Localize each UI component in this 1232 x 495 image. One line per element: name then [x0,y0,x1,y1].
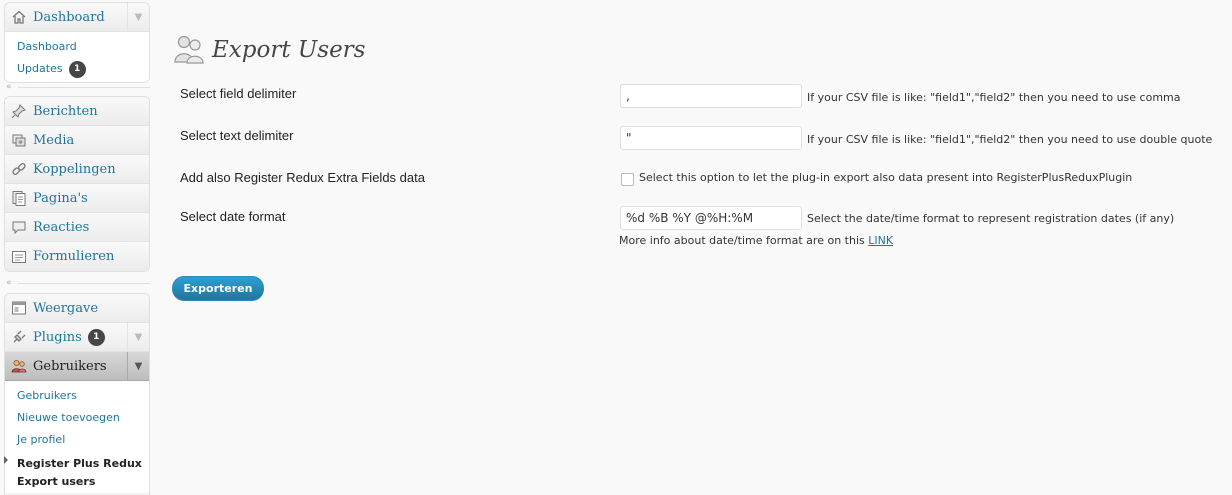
menu-item-koppelingen[interactable]: Koppelingen [5,155,149,184]
field-hint: If your CSV file is like: "field1","fiel… [807,133,1213,146]
pages-icon [11,190,27,206]
chevron-down-icon[interactable]: ▼ [127,323,149,351]
field-label: Select field delimiter [180,86,297,101]
current-page-marker [4,456,8,464]
menu-item-label: Koppelingen [33,161,116,177]
field-hint: Select this option to let the plug-in ex… [639,171,1133,184]
menu-item-reacties[interactable]: Reacties [5,213,149,242]
submenu-item-updates[interactable]: Updates 1 [5,58,149,80]
field-label: Select date format [180,209,286,224]
link-icon [11,161,27,177]
page-title: Export Users [212,37,366,64]
update-count-badge: 1 [68,60,86,78]
main-content: Export Users Select field delimiter If y… [158,0,1232,495]
menu-item-berichten[interactable]: Berichten [5,97,149,126]
menu-item-dashboard[interactable]: Dashboard ▼ [5,3,149,32]
menu-item-label: Media [33,132,75,148]
menu-item-label: Weergave [33,300,99,316]
field-label: Add also Register Redux Extra Fields dat… [180,170,425,185]
menu-separator[interactable]: « [4,82,150,92]
submenu-dashboard: Dashboard Updates 1 [5,32,149,82]
submenu-item-label: Updates [17,62,63,75]
media-icon [11,132,27,148]
users-icon [11,358,27,374]
admin-sidebar: Dashboard ▼ Dashboard Updates 1 « Bericht… [0,0,150,495]
home-icon [11,9,27,25]
comments-icon [11,219,27,235]
appearance-icon [11,300,27,316]
submenu-item-gebruikers[interactable]: Gebruikers [5,385,149,407]
date-format-link[interactable]: LINK [868,234,893,247]
menu-item-media[interactable]: Media [5,126,149,155]
chevron-down-icon[interactable]: ▼ [127,352,149,380]
menu-item-weergave[interactable]: Weergave [5,294,149,323]
plugins-label: Plugins [33,329,82,345]
menu-separator[interactable]: « [4,278,150,288]
menu-item-label: Formulieren [33,249,115,264]
menu-group-dashboard: Dashboard ▼ Dashboard Updates 1 [4,2,150,83]
submenu-gebruikers: Gebruikers Nieuwe toevoegen Je profiel R… [5,381,149,493]
menu-item-label: Reacties [33,219,90,235]
submenu-item-export-users[interactable]: Export users [5,473,149,491]
more-info-label: More info about date/time format are on … [619,234,865,247]
menu-group-admin: Weergave Plugins 1 ▼ Gebruikers ▼ Gebruik… [4,293,150,495]
more-info-text: More info about date/time format are on … [619,234,893,247]
date-format-input[interactable] [620,206,802,230]
menu-item-label: Berichten [33,103,98,119]
export-button[interactable]: Exporteren [172,276,264,301]
field-hint: If your CSV file is like: "field1","fiel… [807,91,1181,104]
pin-icon [11,103,27,119]
page-header: Export Users [172,18,365,82]
menu-item-formulieren[interactable]: Formulieren [5,242,149,271]
menu-item-gebruikers[interactable]: Gebruikers ▼ [5,352,149,381]
menu-item-paginas[interactable]: Pagina's [5,184,149,213]
menu-item-label: Pagina's [33,190,88,206]
menu-item-plugins[interactable]: Plugins 1 ▼ [5,323,149,352]
field-label: Select text delimiter [180,128,294,143]
chevron-down-icon[interactable]: ▼ [127,3,149,31]
field-hint: Select the date/time format to represent… [807,212,1175,225]
menu-group-content: Berichten Media Koppelingen Pagina's Rea… [4,96,150,272]
submenu-item-dashboard[interactable]: Dashboard [5,36,149,58]
submenu-item-nieuwe-toevoegen[interactable]: Nieuwe toevoegen [5,407,149,429]
plugin-update-badge: 1 [87,328,105,346]
forms-icon [11,249,27,265]
submenu-item-je-profiel[interactable]: Je profiel [5,429,149,451]
extra-fields-checkbox[interactable] [621,173,634,186]
plugin-icon [11,329,27,345]
text-delimiter-input[interactable] [620,126,802,150]
submenu-item-register-plus-redux[interactable]: Register Plus Redux [5,455,149,473]
users-icon [172,32,206,69]
field-delimiter-input[interactable] [620,84,802,108]
